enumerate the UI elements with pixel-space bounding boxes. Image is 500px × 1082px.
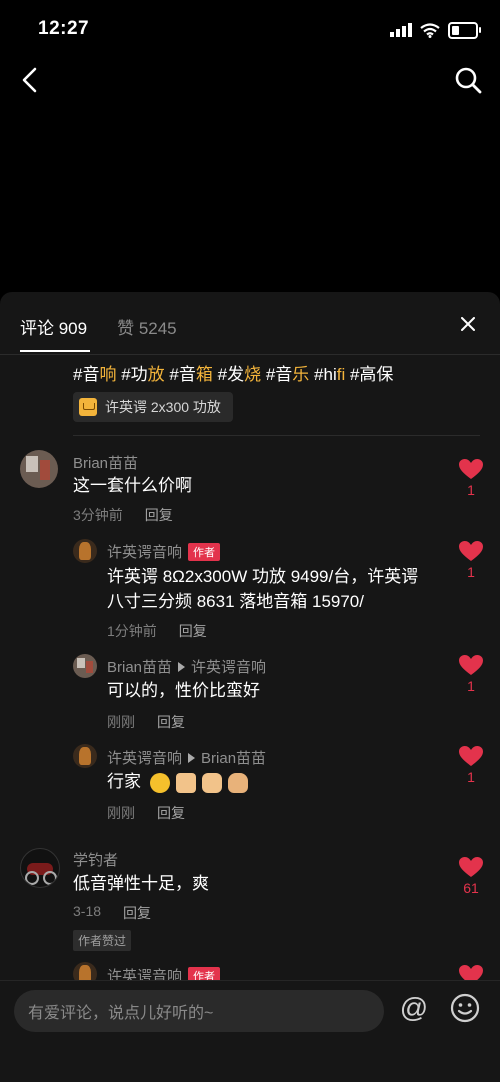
hashtag[interactable]: #高保 <box>350 365 393 384</box>
hashtag[interactable]: #音响 <box>73 365 116 384</box>
heart-icon <box>459 746 483 766</box>
reply-button[interactable]: 回复 <box>123 903 151 923</box>
back-button[interactable] <box>10 60 50 100</box>
surprised-emoji-icon <box>149 772 170 793</box>
avatar[interactable] <box>73 654 97 678</box>
comment-author[interactable]: 许英谔音响 作者 <box>107 541 221 562</box>
product-label: 许英谔 2x300 功放 <box>105 399 221 415</box>
close-button[interactable] <box>454 310 482 338</box>
heart-icon <box>459 655 483 675</box>
avatar[interactable] <box>73 744 97 768</box>
comment-meta: 3-18 回复 <box>73 903 151 923</box>
reply-button[interactable]: 回复 <box>145 505 173 525</box>
clap-emoji-icon <box>201 772 222 793</box>
like-count: 1 <box>467 678 475 694</box>
like-count: 1 <box>467 482 475 498</box>
search-icon <box>455 67 482 94</box>
like-button[interactable]: 1 <box>456 654 486 694</box>
reply-button[interactable]: 回复 <box>157 803 185 823</box>
close-icon <box>461 317 475 331</box>
comment-author[interactable]: 许英谔音响 Brian苗苗 <box>107 747 266 768</box>
comment-author[interactable]: Brian苗苗 <box>73 452 138 473</box>
tab-likes[interactable]: 赞 5245 <box>117 314 177 339</box>
comment-time: 刚刚 <box>107 805 135 821</box>
comment-text: 行家 <box>107 769 248 794</box>
comment-text: 许英谔 8Ω2x300W 功放 9499/台，许英谔 八寸三分频 8631 落地… <box>107 567 419 611</box>
emoji-button[interactable] <box>449 992 481 1024</box>
divider <box>0 354 500 355</box>
like-count: 61 <box>463 880 479 896</box>
product-link[interactable]: 许英谔 2x300 功放 <box>73 392 233 422</box>
hashtag-list: #音响 #功放 #音箱 #发烧 #音乐 #hifi #高保 <box>73 360 393 385</box>
hashtag[interactable]: #音乐 <box>266 365 309 384</box>
comment-text: 可以的，性价比蛮好 <box>107 681 260 700</box>
hashtag[interactable]: #hifi <box>314 365 345 384</box>
hashtag[interactable]: #音箱 <box>169 365 212 384</box>
avatar[interactable] <box>20 848 60 888</box>
comment-sheet: 评论 909 赞 5245 #音响 #功放 #音箱 #发烧 #音乐 #hifi … <box>0 292 500 1082</box>
comment-meta: 1分钟前 回复 <box>107 621 207 641</box>
comment-text: 低音弹性十足，爽 <box>73 874 209 893</box>
hashtag[interactable]: #发烧 <box>218 365 261 384</box>
comment-meta: 刚刚 回复 <box>107 803 185 823</box>
hashtag[interactable]: #功放 <box>121 365 164 384</box>
reply-button[interactable]: 回复 <box>157 712 185 732</box>
thumbs-up-emoji-icon <box>175 772 196 793</box>
heart-icon <box>459 541 483 561</box>
emoji-row <box>149 772 248 793</box>
reply-button[interactable]: 回复 <box>179 621 207 641</box>
comment-meta: 刚刚 回复 <box>107 712 185 732</box>
like-count: 1 <box>467 769 475 785</box>
heart-icon <box>459 857 483 877</box>
chevron-left-icon <box>22 67 37 93</box>
comment-time: 1分钟前 <box>107 623 157 639</box>
reply-target[interactable]: Brian苗苗 <box>201 747 266 768</box>
status-time: 12:27 <box>38 18 90 39</box>
comment-time: 3分钟前 <box>73 507 123 523</box>
like-button[interactable]: 1 <box>456 745 486 785</box>
avatar[interactable] <box>73 539 97 563</box>
at-icon: @ <box>399 992 429 1023</box>
smiley-icon <box>450 993 480 1023</box>
comment-time: 3-18 <box>73 903 102 919</box>
search-button[interactable] <box>448 60 488 100</box>
comment-tabs: 评论 909 赞 5245 <box>20 314 177 339</box>
comment-text: 这一套什么价啊 <box>73 476 192 495</box>
divider <box>73 435 480 436</box>
reply-arrow-icon <box>188 752 196 763</box>
heart-icon <box>459 459 483 479</box>
author-liked-badge: 作者赞过 <box>73 930 132 951</box>
comment-author[interactable]: Brian苗苗 许英谔音响 <box>107 656 266 677</box>
like-button[interactable]: 1 <box>456 540 486 580</box>
battery-icon <box>448 21 481 39</box>
signal-icon <box>390 23 412 37</box>
like-button[interactable]: 1 <box>456 458 486 498</box>
wifi-icon <box>420 22 440 38</box>
status-icons <box>390 20 481 40</box>
avatar[interactable] <box>20 450 58 488</box>
tab-comments[interactable]: 评论 909 <box>20 314 87 339</box>
tab-indicator <box>20 350 90 352</box>
comment-author[interactable]: 学钓者 <box>73 849 118 870</box>
like-count: 1 <box>467 564 475 580</box>
comment-input[interactable]: 有爱评论，说点儿好听的~ <box>14 990 384 1032</box>
pray-emoji-icon <box>227 772 248 793</box>
mention-button[interactable]: @ <box>398 992 430 1024</box>
cart-icon <box>79 398 97 416</box>
comment-time: 刚刚 <box>107 714 135 730</box>
reply-arrow-icon <box>178 661 186 672</box>
like-button[interactable]: 61 <box>456 856 486 896</box>
author-badge: 作者 <box>188 542 221 561</box>
comment-meta: 3分钟前 回复 <box>73 505 173 525</box>
reply-target[interactable]: 许英谔音响 <box>191 656 266 677</box>
